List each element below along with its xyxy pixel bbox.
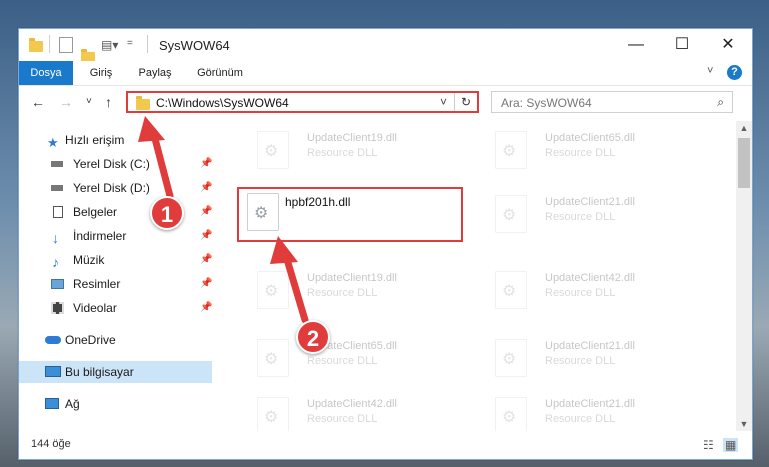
step-2-badge: 2	[296, 320, 330, 354]
arrow-to-file	[282, 252, 309, 324]
arrow-to-address-bar	[149, 127, 174, 200]
annotation-arrows	[138, 116, 309, 324]
step-1-badge: 1	[150, 196, 184, 230]
arrow-head-2	[270, 236, 298, 264]
arrow-head-1	[138, 116, 165, 142]
